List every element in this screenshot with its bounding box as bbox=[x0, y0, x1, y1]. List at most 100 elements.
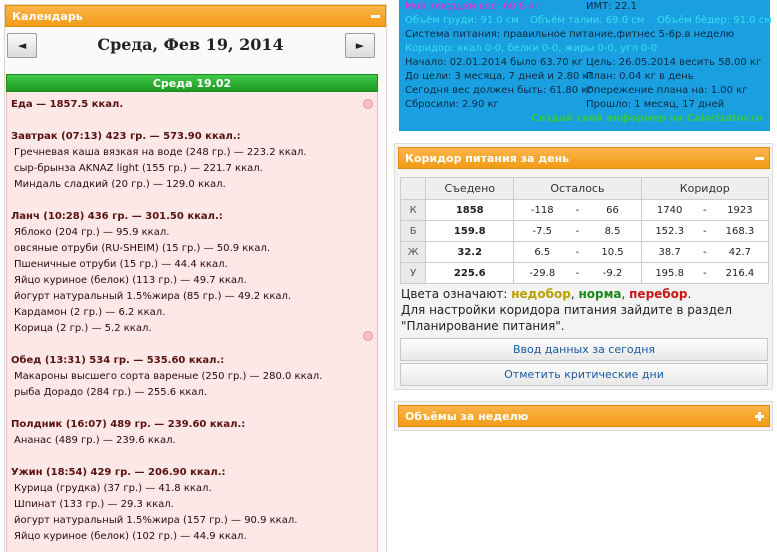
stat-to-goal: До цели: 3 месяца, 7 дней и 2.80 кг bbox=[405, 71, 594, 82]
range-dash: - bbox=[570, 241, 585, 263]
corridor-to: 168.3 bbox=[711, 220, 769, 242]
header-cell: Коридор bbox=[640, 177, 770, 200]
volumes-header[interactable]: Объёмы за неделю bbox=[398, 405, 770, 427]
apple-icon[interactable] bbox=[363, 331, 373, 341]
current-date: Среда, Фев 19, 2014 bbox=[97, 35, 284, 54]
corridor-to: 1923 bbox=[711, 199, 769, 221]
meal-item[interactable]: Курица (грудка) (37 гр.) — 41.8 ккал. bbox=[11, 481, 373, 497]
meal-item[interactable]: Пшеничные отруби (15 гр.) — 44.4 ккал. bbox=[11, 257, 373, 273]
meal-item[interactable]: Яйцо куриное (белок) (113 гр.) — 49.7 кк… bbox=[11, 273, 373, 289]
range-dash: - bbox=[697, 241, 712, 263]
meal-item[interactable]: Кардамон (2 гр.) — 6.2 ккал. bbox=[11, 305, 373, 321]
meal-item[interactable]: Яйцо куриное (белок) (102 гр.) — 44.9 кк… bbox=[11, 529, 373, 545]
stat-chest: Объём груди: 91.0 см bbox=[405, 15, 519, 26]
header-cell bbox=[399, 177, 427, 200]
meal-item[interactable]: Макароны высшего сорта вареные (250 гр.)… bbox=[11, 369, 373, 385]
meal-item[interactable]: Яблоко (204 гр.) — 95.9 ккал. bbox=[11, 225, 373, 241]
corridor-from: 38.7 bbox=[640, 241, 698, 263]
header-cell: Осталось bbox=[513, 177, 642, 200]
stat-ahead: Опережение плана на: 1.00 кг bbox=[586, 85, 748, 96]
corridor-from: 195.8 bbox=[640, 262, 698, 284]
meal-item[interactable]: Гречневая каша вязкая на воде (248 гр.) … bbox=[11, 145, 373, 161]
eaten-value: 1858 bbox=[425, 199, 515, 221]
meal-title: Ланч (10:28) 436 гр. — 301.50 ккал.: bbox=[11, 211, 223, 222]
row-label: У bbox=[399, 262, 427, 284]
legend-hint: Для настройки коридора питания зайдите в… bbox=[401, 303, 732, 333]
food-diary: Еда — 1857.5 ккал. Завтрак (07:13) 423 г… bbox=[6, 92, 378, 552]
legend-prefix: Цвета означают: bbox=[401, 287, 512, 301]
apple-icon[interactable] bbox=[363, 99, 373, 109]
stat-weight: Мой текущий вес: 60.8 кг bbox=[405, 1, 540, 12]
remaining-from: -118 bbox=[513, 199, 571, 221]
enter-today-data-button[interactable]: Ввод данных за сегодня bbox=[400, 338, 768, 361]
row-label: Ж bbox=[399, 241, 427, 263]
diary-total: Еда — 1857.5 ккал. bbox=[11, 99, 124, 110]
stat-passed: Прошло: 1 месяц, 17 дней bbox=[586, 99, 725, 110]
remaining-to: -9.2 bbox=[584, 262, 642, 284]
range-dash: - bbox=[697, 262, 712, 284]
table-header-row: Съедено Осталось Коридор bbox=[399, 177, 770, 200]
eaten-value: 32.2 bbox=[425, 241, 515, 263]
stat-hips: Объём бёдер: 91.0 см bbox=[657, 15, 772, 26]
stat-system: Система питания: правильное питание,фитн… bbox=[405, 29, 735, 40]
remaining-from: -29.8 bbox=[513, 262, 571, 284]
meal-item[interactable]: Шпинат (133 гр.) — 29.3 ккал. bbox=[11, 497, 373, 513]
meal-title: Обед (13:31) 534 гр. — 535.60 ккал.: bbox=[11, 355, 225, 366]
corridor-table: Съедено Осталось Коридор К 1858 -118 - 6… bbox=[399, 177, 770, 284]
stat-corridor: Коридор: ккал 0-0, белки 0-0, жиры 0-0, … bbox=[405, 43, 658, 54]
corridor-panel: Коридор питания за день Съедено Осталось… bbox=[394, 143, 773, 390]
meal-item[interactable]: овсяные отруби (RU-SHEIM) (15 гр.) — 50.… bbox=[11, 241, 373, 257]
volumes-title: Объёмы за неделю bbox=[405, 410, 529, 423]
stat-lost: Сбросили: 2.90 кг bbox=[405, 99, 499, 110]
range-dash: - bbox=[570, 199, 585, 221]
stat-waist: Объём талии: 69.0 см bbox=[530, 15, 645, 26]
corridor-from: 1740 bbox=[640, 199, 698, 221]
meal-title: Завтрак (07:13) 423 гр. — 573.90 ккал.: bbox=[11, 131, 241, 142]
informer-link[interactable]: Создай свой информер на Calorizator.ru bbox=[531, 112, 763, 126]
stat-today-should: Сегодня вес должен быть: 61.80 кг bbox=[405, 85, 593, 96]
legend-under: недобор bbox=[511, 287, 571, 301]
stat-goal: Цель: 26.05.2014 весить 58.00 кг bbox=[586, 57, 762, 68]
range-dash: - bbox=[697, 199, 712, 221]
date-navigator: ◄ Среда, Фев 19, 2014 ► bbox=[6, 31, 375, 65]
remaining-to: 8.5 bbox=[584, 220, 642, 242]
meal-item[interactable]: Миндаль сладкий (20 гр.) — 129.0 ккал. bbox=[11, 177, 373, 193]
remaining-to: 10.5 bbox=[584, 241, 642, 263]
mark-critical-days-button[interactable]: Отметить критические дни bbox=[400, 363, 768, 386]
header-cell: Съедено bbox=[425, 177, 515, 200]
meal-title: Ужин (18:54) 429 гр. — 206.90 ккал.: bbox=[11, 467, 226, 478]
meal-item[interactable]: сыр-брынза AKNAZ light (155 гр.) — 221.7… bbox=[11, 161, 373, 177]
color-legend: Цвета означают: недобор, норма, перебор.… bbox=[401, 286, 767, 334]
meal-item[interactable]: йогурт натуральный 1.5%жира (157 гр.) — … bbox=[11, 513, 373, 529]
meal-title: Полдник (16:07) 489 гр. — 239.60 ккал.: bbox=[11, 419, 246, 430]
stats-informer[interactable]: Мой текущий вес: 60.8 кг ИМТ: 22.1 Объём … bbox=[399, 0, 772, 131]
meal-item[interactable]: рыба Дорадо (284 гр.) — 255.6 ккал. bbox=[11, 385, 373, 401]
table-row: Б 159.8 -7.5 - 8.5 152.3 - 168.3 bbox=[399, 220, 769, 242]
legend-over: перебор bbox=[629, 287, 688, 301]
next-day-button[interactable]: ► bbox=[345, 33, 375, 58]
eaten-value: 225.6 bbox=[425, 262, 515, 284]
day-header[interactable]: Среда 19.02 bbox=[6, 74, 378, 92]
expand-icon[interactable] bbox=[754, 411, 765, 422]
meal-item[interactable]: Корица (2 гр.) — 5.2 ккал. bbox=[11, 321, 373, 337]
calendar-title: Календарь bbox=[12, 10, 83, 23]
meal-item[interactable]: Ананас (489 гр.) — 239.6 ккал. bbox=[11, 433, 373, 449]
collapse-icon[interactable] bbox=[370, 11, 381, 22]
calendar-header[interactable]: Календарь bbox=[5, 5, 386, 27]
stat-bmi: ИМТ: 22.1 bbox=[586, 1, 638, 12]
table-row: Ж 32.2 6.5 - 10.5 38.7 - 42.7 bbox=[399, 241, 769, 263]
corridor-header[interactable]: Коридор питания за день bbox=[398, 147, 770, 169]
legend-end: . bbox=[687, 287, 692, 301]
range-dash: - bbox=[570, 262, 585, 284]
weekly-volumes-panel: Объёмы за неделю bbox=[394, 401, 773, 431]
corridor-title: Коридор питания за день bbox=[405, 152, 570, 165]
legend-norm: норма bbox=[578, 287, 622, 301]
remaining-from: 6.5 bbox=[513, 241, 571, 263]
stat-start: Начало: 02.01.2014 было 63.70 кг bbox=[405, 57, 584, 68]
meal-item[interactable]: йогурт натуральный 1.5%жира (85 гр.) — 4… bbox=[11, 289, 373, 305]
prev-day-button[interactable]: ◄ bbox=[7, 33, 37, 58]
table-row: У 225.6 -29.8 - -9.2 195.8 - 216.4 bbox=[399, 262, 769, 284]
collapse-icon[interactable] bbox=[754, 153, 765, 164]
row-label: Б bbox=[399, 220, 427, 242]
remaining-to: 66 bbox=[584, 199, 642, 221]
